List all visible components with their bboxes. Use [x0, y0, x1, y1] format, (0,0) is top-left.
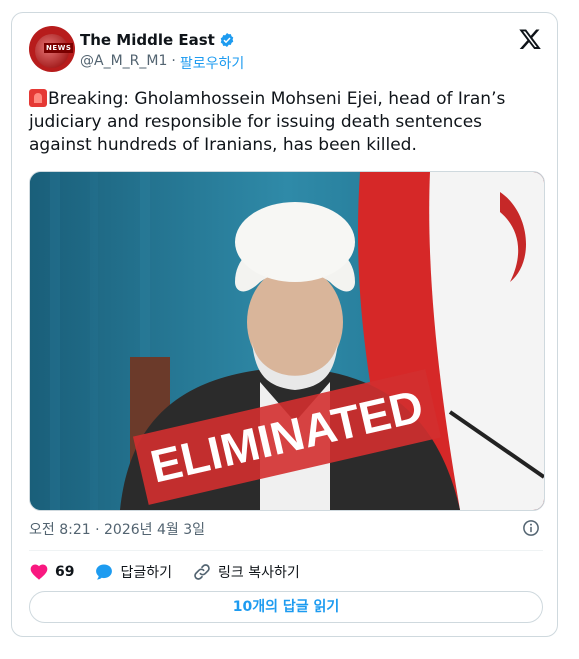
- heart-icon: [30, 564, 48, 580]
- tweet-timestamp[interactable]: 오전 8:21 · 2026년 4월 3일: [29, 519, 205, 539]
- avatar-news-label: NEWS: [44, 43, 74, 53]
- siren-emoji-icon: [29, 89, 47, 107]
- action-bar: 69 답글하기 링크 복사하기: [29, 562, 320, 582]
- like-button[interactable]: 69: [29, 562, 74, 582]
- info-icon[interactable]: [522, 519, 540, 537]
- x-logo-icon[interactable]: [518, 27, 542, 51]
- like-count: 69: [55, 564, 75, 580]
- handle-separator: ·: [171, 53, 176, 69]
- reply-label: 답글하기: [120, 565, 173, 581]
- author-handle[interactable]: @A_M_R_M1: [80, 53, 167, 73]
- handle-row: @A_M_R_M1 · 팔로우하기: [80, 53, 244, 73]
- speech-bubble-icon: [96, 564, 113, 580]
- author-name-row[interactable]: The Middle East: [80, 31, 235, 49]
- divider: [29, 550, 543, 551]
- copy-link-label: 링크 복사하기: [218, 565, 300, 581]
- follow-button[interactable]: 팔로우하기: [180, 53, 244, 73]
- read-replies-button[interactable]: 10개의 답글 읽기: [29, 591, 543, 623]
- link-icon: [194, 564, 210, 580]
- verified-badge-icon: [220, 33, 234, 47]
- author-avatar[interactable]: NEWS: [29, 26, 75, 72]
- tweet-text: Breaking: Gholamhossein Mohseni Ejei, he…: [29, 89, 506, 155]
- copy-link-button[interactable]: 링크 복사하기: [192, 562, 300, 582]
- reply-button[interactable]: 답글하기: [94, 562, 172, 582]
- tweet-text-block: Breaking: Gholamhossein Mohseni Ejei, he…: [29, 88, 544, 157]
- media-illustration: ELIMINATED: [30, 172, 544, 510]
- author-name[interactable]: The Middle East: [80, 31, 215, 49]
- tweet-media-image[interactable]: ELIMINATED: [29, 171, 545, 511]
- tweet-card: NEWS The Middle East @A_M_R_M1 · 팔로우하기 B…: [11, 12, 558, 637]
